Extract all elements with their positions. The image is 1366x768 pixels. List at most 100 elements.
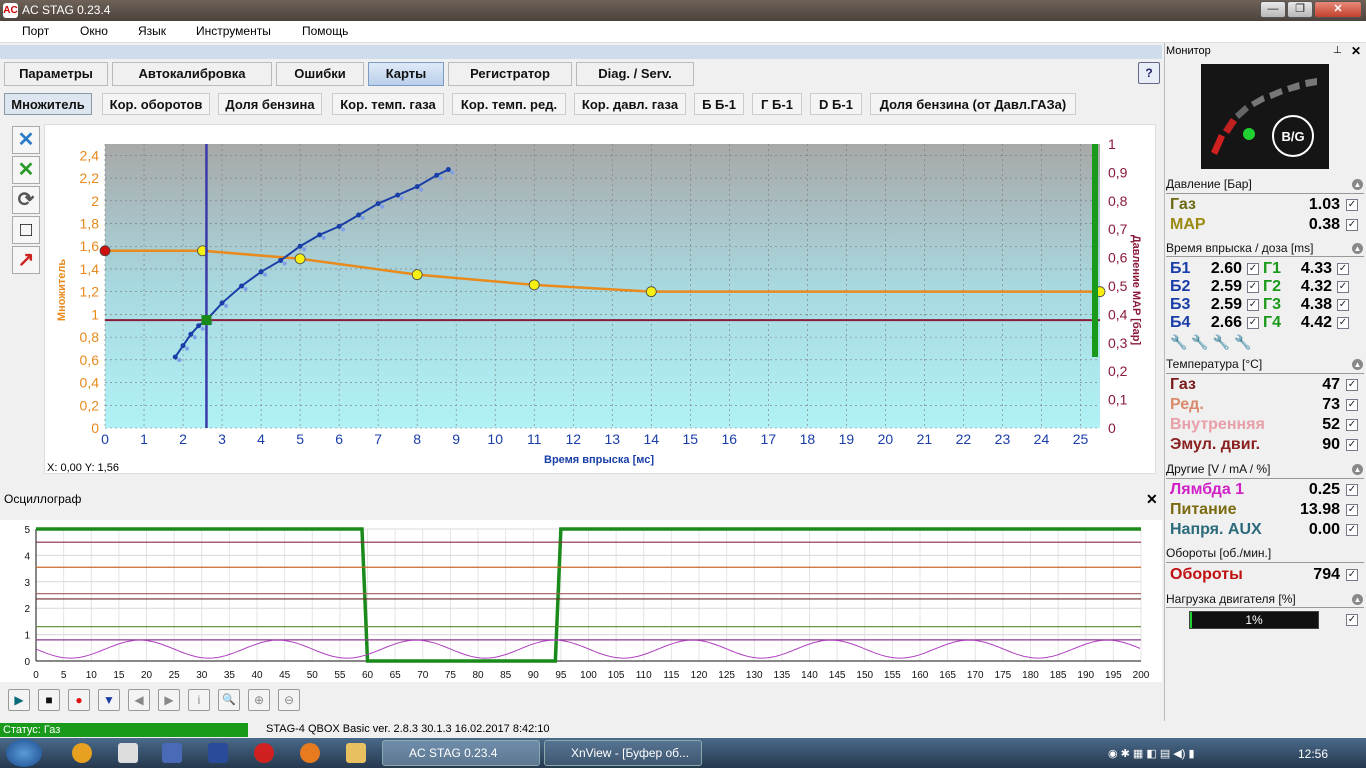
pin-icon[interactable]: ⊥ — [1333, 45, 1342, 56]
curve-icon[interactable]: ↗ — [12, 246, 40, 274]
monitor-close-icon[interactable]: ✕ — [1351, 44, 1361, 58]
y-tick-left: 1,8 — [80, 216, 100, 232]
menu-tools[interactable]: Инструменты — [196, 24, 271, 38]
petrol-injector-label: Б1 — [1170, 260, 1191, 277]
gas-injector-checkbox[interactable]: ✓ — [1337, 299, 1349, 311]
subtab-gas-pressure-correction[interactable]: Кор. давл. газа — [574, 93, 686, 115]
download-button[interactable]: ▼ — [98, 689, 120, 711]
map-point[interactable] — [99, 245, 111, 257]
tab-errors[interactable]: Ошибки — [276, 62, 364, 86]
folder-icon[interactable] — [346, 743, 366, 763]
subtab-d-b1[interactable]: D Б-1 — [810, 93, 862, 115]
maximize-button[interactable]: ❐ — [1287, 1, 1313, 18]
oscillograph-chart[interactable]: 0 5 10 15 20 25 30 35 40 45 50 55 60 65 70 75 80 85 90 95 10… — [0, 520, 1162, 682]
subtab-g-b1[interactable]: Г Б-1 — [752, 93, 802, 115]
other-metric-checkbox[interactable]: ✓ — [1346, 484, 1358, 496]
status-bar: Статус: Газ STAG-4 QBOX Basic ver. 2.8.3… — [0, 722, 1162, 738]
map-point[interactable] — [528, 279, 540, 291]
task-ac-stag[interactable]: AC STAG 0.23.4 — [382, 740, 540, 766]
zoom-button[interactable]: 🔍 — [218, 689, 240, 711]
tab-recorder[interactable]: Регистратор — [448, 62, 572, 86]
collapse-icon[interactable]: ▲ — [1352, 179, 1363, 190]
zoom-out-button[interactable]: ⊖ — [278, 689, 300, 711]
map-point[interactable] — [645, 286, 657, 298]
taskbar-app-icon[interactable] — [254, 743, 274, 763]
tab-parameters[interactable]: Параметры — [4, 62, 108, 86]
tab-diag-serv[interactable]: Diag. / Serv. — [576, 62, 694, 86]
collapse-icon[interactable]: ▲ — [1352, 243, 1363, 254]
subtab-petrol-share[interactable]: Доля бензина — [218, 93, 322, 115]
stop-button[interactable]: ■ — [38, 689, 60, 711]
taskbar-app-icon[interactable] — [208, 743, 228, 763]
tab-autocalibration[interactable]: Автокалибровка — [112, 62, 272, 86]
load-checkbox[interactable]: ✓ — [1346, 614, 1358, 626]
subtab-petrol-share-gas-pressure[interactable]: Доля бензина (от Давл.ГАЗа) — [870, 93, 1076, 115]
subtab-reducer-temp-correction[interactable]: Кор. темп. ред. — [452, 93, 566, 115]
gas-injector-checkbox[interactable]: ✓ — [1337, 263, 1349, 275]
multiplier-map-chart[interactable]: 0 1 2 3 4 5 6 7 8 9 10 11 12 13 14 15 16 17 18 19 20 21 22 23 24… — [45, 125, 1155, 473]
collapse-icon[interactable]: ▲ — [1352, 594, 1363, 605]
step-forward-button[interactable]: ▶ — [158, 689, 180, 711]
minimize-button[interactable]: — — [1260, 1, 1286, 18]
temperature-checkbox[interactable]: ✓ — [1346, 419, 1358, 431]
collapse-icon[interactable]: ▲ — [1352, 464, 1363, 475]
gas-pressure-checkbox[interactable]: ✓ — [1346, 199, 1358, 211]
subtab-gas-temp-correction[interactable]: Кор. темп. газа — [332, 93, 444, 115]
map-point[interactable] — [294, 253, 306, 265]
menu-language[interactable]: Язык — [138, 24, 166, 38]
help-button[interactable]: ? — [1138, 62, 1160, 84]
taskbar-app-icon[interactable] — [72, 743, 92, 763]
gauge-label[interactable]: B/G — [1281, 129, 1304, 144]
step-back-button[interactable]: ◀ — [128, 689, 150, 711]
info-button[interactable]: i — [188, 689, 210, 711]
firefox-icon[interactable] — [300, 743, 320, 763]
zoom-in-button[interactable]: ⊕ — [248, 689, 270, 711]
petrol-injector-checkbox[interactable]: ✓ — [1247, 317, 1259, 329]
clear-map-icon[interactable]: ✕ — [12, 156, 40, 184]
map-pressure-checkbox[interactable]: ✓ — [1346, 219, 1358, 231]
osc-x-tick: 135 — [774, 670, 791, 681]
frame-icon[interactable]: □ — [12, 216, 40, 244]
tab-maps[interactable]: Карты — [368, 62, 444, 86]
subtab-rpm-correction[interactable]: Кор. оборотов — [102, 93, 210, 115]
other-metric-checkbox[interactable]: ✓ — [1346, 524, 1358, 536]
osc-y-tick: 5 — [24, 525, 30, 536]
oscillograph-close-icon[interactable]: ✕ — [1146, 491, 1158, 508]
map-point[interactable] — [411, 269, 423, 281]
gas-injector-checkbox[interactable]: ✓ — [1337, 317, 1349, 329]
menu-port[interactable]: Порт — [22, 24, 49, 38]
temperature-checkbox[interactable]: ✓ — [1346, 379, 1358, 391]
taskbar-app-icon[interactable] — [162, 743, 182, 763]
temperature-checkbox[interactable]: ✓ — [1346, 399, 1358, 411]
close-button[interactable]: ✕ — [1314, 1, 1362, 18]
refresh-icon[interactable]: ⟳ — [12, 186, 40, 214]
play-button[interactable]: ▶ — [8, 689, 30, 711]
x-tick-label: 7 — [374, 431, 382, 447]
cursor-marker[interactable] — [201, 315, 212, 326]
temperature-checkbox[interactable]: ✓ — [1346, 439, 1358, 451]
petrol-injector-checkbox[interactable]: ✓ — [1247, 263, 1259, 275]
osc-x-tick: 0 — [33, 670, 39, 681]
delete-map-icon[interactable]: ✕ — [12, 126, 40, 154]
petrol-injector-checkbox[interactable]: ✓ — [1247, 299, 1259, 311]
menu-help[interactable]: Помощь — [302, 24, 348, 38]
menu-window[interactable]: Окно — [80, 24, 108, 38]
petrol-injector-checkbox[interactable]: ✓ — [1247, 281, 1259, 293]
other-metric-checkbox[interactable]: ✓ — [1346, 504, 1358, 516]
rpm-checkbox[interactable]: ✓ — [1346, 569, 1358, 581]
start-button-icon[interactable] — [6, 739, 42, 767]
record-button[interactable]: ● — [68, 689, 90, 711]
collapse-icon[interactable]: ▲ — [1352, 359, 1363, 370]
gas-injector-checkbox[interactable]: ✓ — [1337, 281, 1349, 293]
subtab-multiplier[interactable]: Множитель — [4, 93, 92, 115]
osc-x-tick: 140 — [801, 670, 818, 681]
tray-icons[interactable]: ◉ ✱ ▦ ◧ ▤ ◀) ▮ — [1108, 747, 1195, 760]
subtab-b-b1[interactable]: Б Б-1 — [694, 93, 744, 115]
taskbar-app-icon[interactable] — [118, 743, 138, 763]
task-xnview[interactable]: XnView - [Буфер об... — [544, 740, 702, 766]
y-tick-right: 0,6 — [1108, 250, 1128, 266]
osc-x-tick: 125 — [718, 670, 735, 681]
petrol-injector-label: Б2 — [1170, 278, 1191, 295]
petrol-injector-value: 2.66 — [1210, 314, 1242, 331]
injection-section-title: Время впрыска / доза [ms] — [1166, 241, 1314, 255]
